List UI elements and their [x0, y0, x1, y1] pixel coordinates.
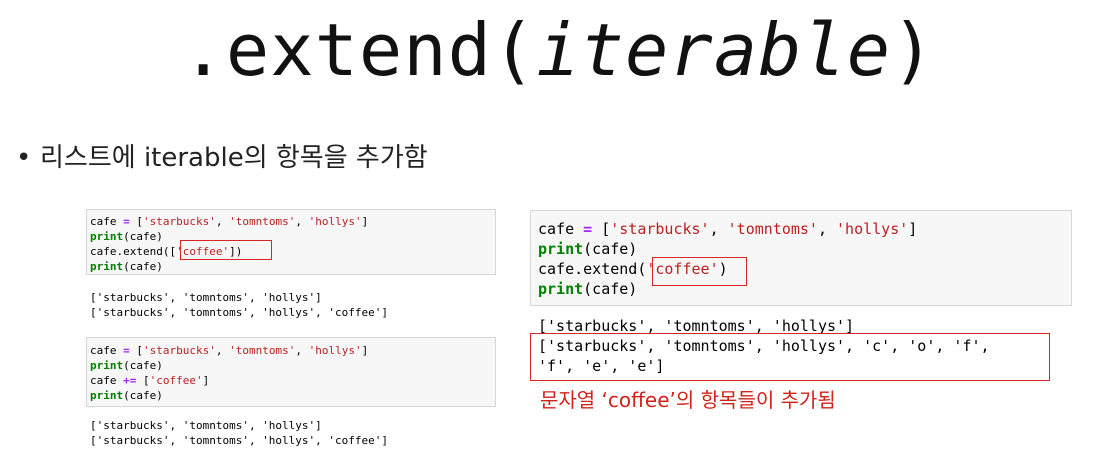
code-cell-plus-equals[interactable]: cafe = ['starbucks', 'tomntoms', 'hollys…	[86, 337, 496, 407]
code-line: cafe.extend(['coffee'])	[90, 245, 243, 258]
code-line: print(cafe)	[90, 260, 163, 273]
code-cell-extend-string[interactable]: cafe = ['starbucks', 'tomntoms', 'hollys…	[530, 210, 1072, 306]
code-line: cafe = ['starbucks', 'tomntoms', 'hollys…	[538, 220, 918, 238]
annotation-note: 문자열 ‘coffee’의 항목들이 추가됨	[540, 388, 836, 412]
code-line: print(cafe)	[90, 230, 163, 243]
highlight-box	[180, 240, 272, 260]
highlight-box	[530, 333, 1050, 381]
code-line: print(cafe)	[538, 240, 638, 258]
output-line: ['starbucks', 'tomntoms', 'hollys', 'cof…	[90, 434, 389, 447]
code-line: cafe += ['coffee']	[90, 374, 210, 387]
bullet-text: 리스트에 iterable의 항목을 추가함	[40, 143, 428, 173]
slide-title: .extend(iterable)	[181, 8, 936, 92]
output-line: ['starbucks', 'tomntoms', 'hollys']	[90, 419, 322, 432]
code-cell-extend-list[interactable]: cafe = ['starbucks', 'tomntoms', 'hollys…	[86, 209, 496, 275]
cell-output: ['starbucks', 'tomntoms', 'hollys'] ['sta…	[90, 290, 388, 320]
code-line: print(cafe)	[90, 359, 163, 372]
code-line: cafe = ['starbucks', 'tomntoms', 'hollys…	[90, 215, 369, 228]
bullet-point: • 리스트에 iterable의 항목을 추가함	[16, 140, 428, 176]
output-line: ['starbucks', 'tomntoms', 'hollys', 'cof…	[90, 306, 389, 319]
bullet-dot: •	[16, 143, 32, 173]
code-line: cafe = ['starbucks', 'tomntoms', 'hollys…	[90, 344, 369, 357]
code-line: print(cafe)	[538, 280, 638, 298]
code-line: print(cafe)	[90, 389, 163, 402]
highlight-box	[652, 257, 747, 286]
output-line: ['starbucks', 'tomntoms', 'hollys']	[90, 291, 322, 304]
code-line: cafe.extend('coffee')	[538, 260, 728, 278]
cell-output: ['starbucks', 'tomntoms', 'hollys'] ['sta…	[90, 418, 388, 448]
